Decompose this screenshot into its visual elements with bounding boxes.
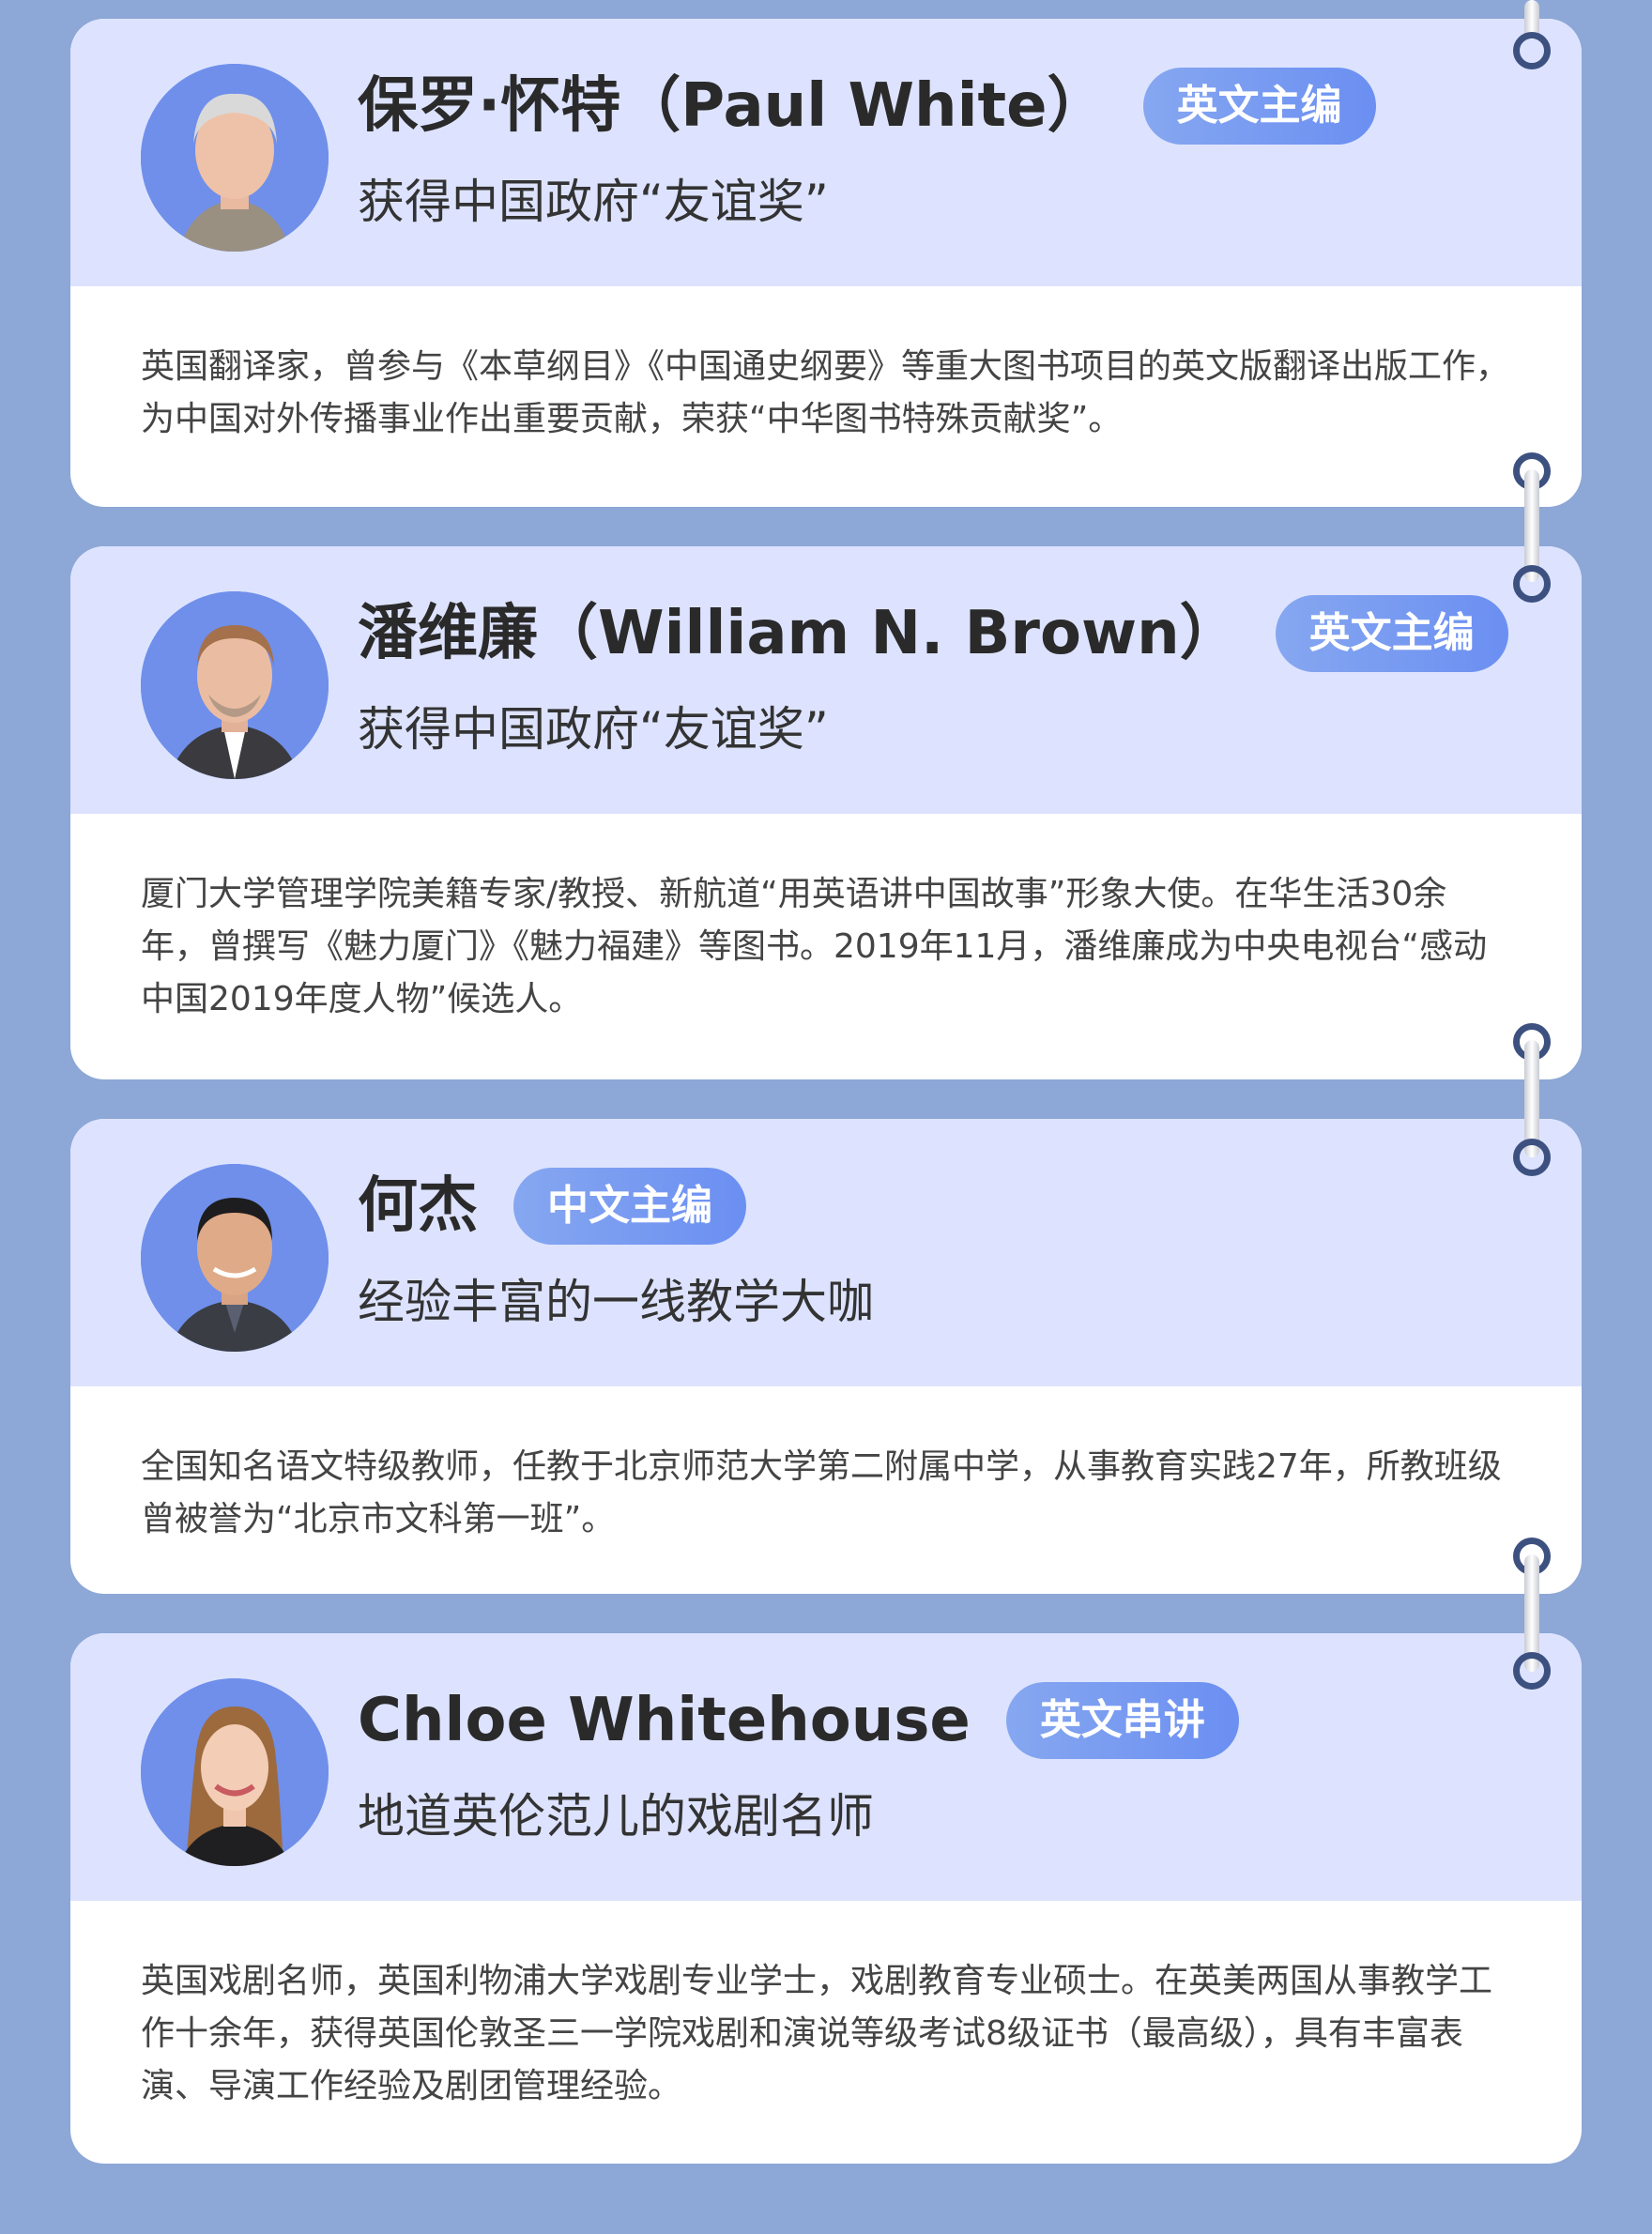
person-name: 潘维廉（William N. Brown）	[358, 599, 1240, 668]
portrait-icon	[141, 1678, 329, 1866]
person-name: 保罗·怀特（Paul White）	[358, 71, 1108, 141]
portrait-icon	[141, 591, 329, 779]
role-badge: 中文主编	[513, 1168, 746, 1245]
person-subtitle: 获得中国政府“友谊奖”	[358, 175, 829, 229]
role-badge: 英文主编	[1142, 68, 1376, 145]
person-description: 英国翻译家，曾参与《本草纲目》《中国通史纲要》等重大图书项目的英文版翻译出版工作…	[141, 347, 1510, 438]
binder-ring-icon	[1513, 32, 1551, 69]
binder-ring-icon	[1513, 1652, 1551, 1690]
person-description: 英国戏剧名师，英国利物浦大学戏剧专业学士，戏剧教育专业硕士。在英美两国从事教学工…	[141, 1962, 1493, 2105]
avatar	[141, 64, 329, 252]
card-header: Chloe Whitehouse 英文串讲 地道英伦范儿的戏剧名师	[70, 1633, 1582, 1901]
role-badge: 英文主编	[1275, 595, 1508, 672]
binder-ring-icon	[1513, 565, 1551, 603]
role-badge: 英文串讲	[1005, 1682, 1239, 1759]
portrait-icon	[141, 64, 329, 252]
person-description: 全国知名语文特级教师，任教于北京师范大学第二附属中学，从事教育实践27年，所教班…	[141, 1447, 1502, 1538]
avatar	[141, 1164, 329, 1352]
person-subtitle: 地道英伦范儿的戏剧名师	[358, 1789, 874, 1844]
profile-card-paul-white: 保罗·怀特（Paul White） 英文主编 获得中国政府“友谊奖” 英国翻译家…	[70, 19, 1582, 507]
title-row: 潘维廉（William N. Brown） 英文主编	[358, 595, 1508, 672]
card-header: 保罗·怀特（Paul White） 英文主编 获得中国政府“友谊奖”	[70, 19, 1582, 286]
avatar	[141, 1678, 329, 1866]
person-subtitle: 获得中国政府“友谊奖”	[358, 702, 829, 757]
profile-card-he-jie: 何杰 中文主编 经验丰富的一线教学大咖 全国知名语文特级教师，任教于北京师范大学…	[70, 1119, 1582, 1594]
person-name: Chloe Whitehouse	[358, 1686, 971, 1755]
binder-ring-icon	[1513, 1139, 1551, 1176]
title-row: Chloe Whitehouse 英文串讲	[358, 1682, 1239, 1759]
person-name: 何杰	[358, 1171, 478, 1241]
profile-card-william-brown: 潘维廉（William N. Brown） 英文主编 获得中国政府“友谊奖” 厦…	[70, 546, 1582, 1079]
person-subtitle: 经验丰富的一线教学大咖	[358, 1275, 874, 1329]
card-header: 潘维廉（William N. Brown） 英文主编 获得中国政府“友谊奖”	[70, 546, 1582, 814]
card-header: 何杰 中文主编 经验丰富的一线教学大咖	[70, 1119, 1582, 1386]
profile-card-chloe-whitehouse: Chloe Whitehouse 英文串讲 地道英伦范儿的戏剧名师 英国戏剧名师…	[70, 1633, 1582, 2164]
title-row: 保罗·怀特（Paul White） 英文主编	[358, 68, 1376, 145]
portrait-icon	[141, 1164, 329, 1352]
person-description: 厦门大学管理学院美籍专家/教授、新航道“用英语讲中国故事”形象大使。在华生活30…	[141, 875, 1488, 1018]
title-row: 何杰 中文主编	[358, 1168, 746, 1245]
avatar	[141, 591, 329, 779]
